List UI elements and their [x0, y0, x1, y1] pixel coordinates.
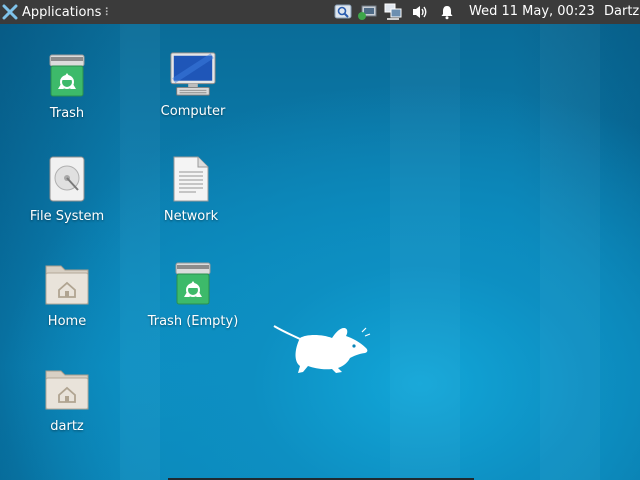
document-icon	[167, 155, 215, 203]
trash-icon	[43, 52, 91, 100]
applications-label: Applications	[22, 4, 102, 20]
desktop[interactable]: Trash Computer File System Network Home …	[0, 24, 640, 480]
applications-menu-button[interactable]: Applications ⠇	[2, 0, 112, 24]
clock[interactable]: Wed 11 May, 00:23	[469, 0, 595, 24]
trash-icon	[169, 260, 217, 308]
desktop-icon-home[interactable]: Home	[12, 260, 122, 329]
desktop-icon-label: Computer	[160, 104, 226, 119]
desktop-icon-trash[interactable]: Trash	[12, 52, 122, 121]
top-panel: Applications ⠇ Wed 11 May, 00:23 Dartz	[0, 0, 640, 24]
desktop-icon-computer[interactable]: Computer	[138, 50, 248, 119]
volume-icon[interactable]	[409, 0, 431, 24]
home-folder-icon	[43, 260, 91, 308]
desktop-icon-file-system[interactable]: File System	[12, 155, 122, 224]
display-network-icon[interactable]	[381, 0, 405, 24]
computer-icon	[169, 50, 217, 98]
desktop-icon-network[interactable]: Network	[136, 155, 246, 224]
menu-separator-icon: ⠇	[104, 5, 113, 19]
xfce-mouse-logo-icon	[273, 325, 371, 373]
search-icon[interactable]	[332, 0, 354, 24]
home-folder-icon	[43, 365, 91, 413]
network-tray-icon[interactable]	[356, 0, 378, 24]
desktop-icon-label: Network	[163, 209, 219, 224]
user-menu[interactable]: Dartz	[604, 0, 639, 24]
drive-icon	[43, 155, 91, 203]
desktop-icon-label: Trash	[49, 106, 85, 121]
desktop-icon-label: Trash (Empty)	[147, 314, 239, 329]
desktop-icon-trash-empty[interactable]: Trash (Empty)	[138, 260, 248, 329]
desktop-icon-label: dartz	[50, 419, 84, 434]
xfce-logo-icon	[2, 4, 18, 20]
notification-bell-icon[interactable]	[436, 0, 458, 24]
desktop-icon-label: Home	[47, 314, 87, 329]
desktop-icon-dartz[interactable]: dartz	[12, 365, 122, 434]
desktop-icon-label: File System	[29, 209, 105, 224]
